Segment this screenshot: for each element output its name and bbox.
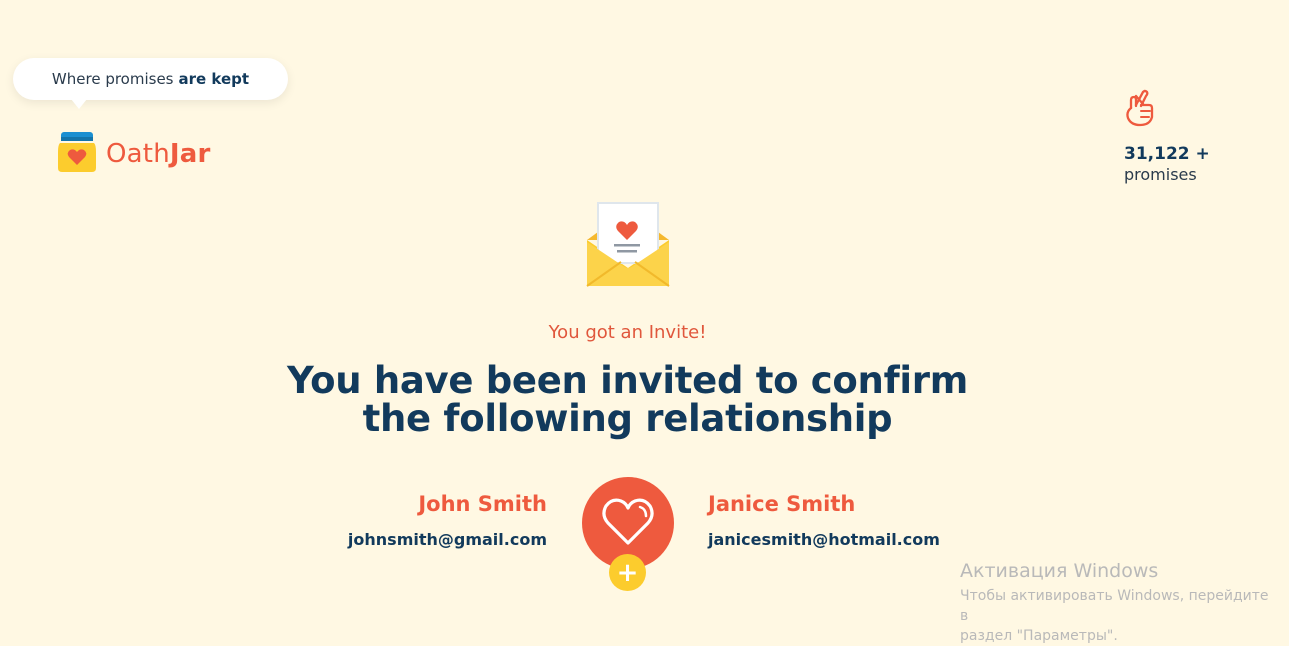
promise-count: 31,122 + (1124, 144, 1210, 164)
invite-headline-line-1: You have been invited to confirm (287, 359, 968, 402)
watermark-text: Чтобы активировать Windows, перейдите в … (960, 586, 1270, 646)
partner-left-name: John Smith (418, 492, 547, 516)
partner-left: John Smith johnsmith@gmail.com (348, 492, 547, 549)
promise-label: promises (1124, 165, 1197, 184)
jar-icon (56, 130, 98, 178)
logo-text-bold: Jar (169, 139, 211, 169)
invite-subtitle: You got an Invite! (548, 322, 707, 343)
watermark-text-line-2: раздел "Параметры". (960, 628, 1118, 644)
logo-text: OathJar (106, 139, 211, 169)
windows-activation-watermark: Активация Windows Чтобы активировать Win… (960, 560, 1270, 646)
invite-headline-line-2: the following relationship (362, 397, 893, 440)
promise-stats: 31,122 + promises (1124, 88, 1244, 184)
tagline-bold-text: are kept (178, 70, 250, 88)
logo[interactable]: OathJar (56, 130, 211, 178)
heart-icon (600, 495, 656, 551)
envelope-heart-icon (585, 200, 671, 294)
partner-right-email: janicesmith@hotmail.com (708, 530, 940, 549)
tagline-bubble: Where promises are kept (13, 58, 288, 109)
add-button[interactable]: + (609, 554, 646, 591)
partner-left-email: johnsmith@gmail.com (347, 530, 547, 549)
partner-right: Janice Smith janicesmith@hotmail.com (708, 492, 940, 549)
watermark-text-line-1: Чтобы активировать Windows, перейдите в (960, 588, 1269, 624)
crossed-fingers-icon (1124, 89, 1156, 132)
partner-right-name: Janice Smith (708, 492, 856, 516)
invite-headline: You have been invited to confirm the fol… (0, 362, 1255, 438)
watermark-title: Активация Windows (960, 560, 1159, 582)
tagline-text: Where promises (51, 70, 174, 88)
logo-text-prefix: Oath (106, 139, 170, 169)
